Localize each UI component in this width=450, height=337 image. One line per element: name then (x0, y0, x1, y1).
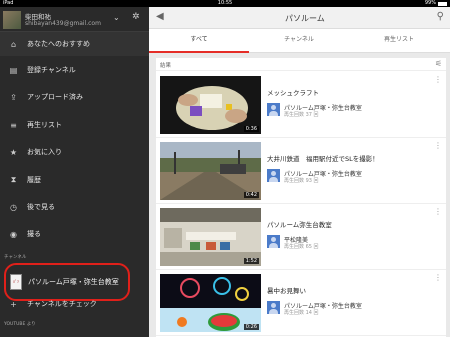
clock: 10:55 (217, 0, 233, 6)
video-thumbnail[interactable]: 0:26 (160, 274, 261, 332)
video-item[interactable]: 0:42 大井川鉄道 福用駅付近でSLを撮影！ パソルーム戸塚・弥生台教室 再生… (156, 138, 446, 204)
sidebar-item-label: あなたへのおすすめ (27, 40, 90, 48)
battery-indicator: 99% (425, 0, 447, 7)
video-thumbnail[interactable]: 0:36 (160, 76, 261, 134)
sidebar-item-label: 再生リスト (27, 121, 62, 129)
video-duration: 0:26 (243, 324, 259, 330)
sidebar-item-check-channels[interactable]: + チャンネルをチェック (0, 292, 149, 316)
status-bar: iPad 10:55 99% (0, 0, 450, 7)
gear-icon[interactable]: ✲ (132, 12, 140, 22)
tab-channels[interactable]: チャンネル (249, 29, 349, 53)
sidebar-item-label: 登録チャンネル (27, 66, 76, 74)
sidebar-item-uploads[interactable]: ⇪ アップロード済み (0, 85, 149, 109)
sidebar-item-playlists[interactable]: ≡ 再生リスト (0, 113, 149, 137)
sidebar-item-recommended[interactable]: ⌂ あなたへのおすすめ (0, 32, 149, 56)
video-title[interactable]: 暑中お見舞い (267, 285, 427, 295)
main-panel: ◀ パソルーム ⚲ すべて チャンネル 再生リスト 結果 ⚟ 0:36 メッシュ… (149, 7, 450, 337)
app-bar: ◀ パソルーム ⚲ (149, 7, 450, 29)
battery-icon (438, 1, 447, 6)
page-title: パソルーム (285, 14, 325, 23)
video-duration: 0:42 (243, 192, 259, 198)
section-label-channels: チャンネル (4, 255, 27, 260)
more-options-icon[interactable]: ⋮ (434, 273, 442, 282)
tab-playlists[interactable]: 再生リスト (349, 29, 449, 53)
back-arrow-icon[interactable]: ◀ (156, 11, 164, 22)
video-duration: 1:52 (243, 258, 259, 264)
channel-thumbnail: ﾊﾟｿ (10, 274, 22, 290)
sidebar-item-history[interactable]: ⧗ 履歴 (0, 168, 149, 192)
channel-avatar (267, 103, 280, 116)
results-card: 結果 ⚟ 0:36 メッシュクラフト パソルーム戸塚・弥生台教室 再生回数 37… (156, 58, 446, 337)
sidebar-item-subscriptions[interactable]: ▤ 登録チャンネル (0, 58, 149, 82)
video-title[interactable]: 大井川鉄道 福用駅付近でSLを撮影！ (267, 153, 427, 163)
more-options-icon[interactable]: ⋮ (434, 207, 442, 216)
more-options-icon[interactable]: ⋮ (434, 141, 442, 150)
sidebar-item-label: 履歴 (27, 176, 41, 184)
channel-avatar (267, 235, 280, 248)
sidebar: 柴田和祐 shibayan439@gmail.com ⌄ ✲ ⌂ あなたへのおす… (0, 7, 149, 337)
sidebar-item-label: チャンネルをチェック (27, 300, 97, 308)
tab-bar: すべて チャンネル 再生リスト (149, 29, 450, 53)
sidebar-item-favorites[interactable]: ★ お気に入り (0, 140, 149, 164)
video-item[interactable]: 1:52 パソルーム弥生台教室 平松隆美 再生回数 65 回 ⋮ (156, 204, 446, 270)
tab-all[interactable]: すべて (149, 29, 249, 53)
account-header[interactable]: 柴田和祐 shibayan439@gmail.com ⌄ ✲ (0, 7, 149, 32)
results-header: 結果 ⚟ (156, 58, 446, 71)
video-views: 再生回数 14 回 (284, 310, 319, 316)
account-email: shibayan439@gmail.com (25, 20, 101, 27)
history-icon: ⧗ (10, 175, 17, 184)
home-icon: ⌂ (10, 39, 17, 49)
sidebar-item-label: 撮る (27, 230, 41, 238)
sidebar-item-label: 後で見る (27, 203, 55, 211)
record-icon: ◉ (10, 229, 17, 239)
clock-icon: ◷ (10, 202, 17, 212)
avatar (3, 11, 21, 29)
video-item[interactable]: 0:36 メッシュクラフト パソルーム戸塚・弥生台教室 再生回数 37 回 ⋮ (156, 72, 446, 138)
battery-percent: 99% (424, 0, 436, 6)
section-label-from-youtube: YOUTUBE より (4, 322, 36, 327)
more-options-icon[interactable]: ⋮ (434, 75, 442, 84)
video-thumbnail[interactable]: 1:52 (160, 208, 261, 266)
results-label: 結果 (160, 63, 172, 69)
playlist-icon: ≡ (10, 120, 17, 130)
video-item[interactable]: 0:26 暑中お見舞い パソルーム戸塚・弥生台教室 再生回数 14 回 ⋮ (156, 270, 446, 336)
sidebar-item-watch-later[interactable]: ◷ 後で見る (0, 195, 149, 219)
sidebar-item-capture[interactable]: ◉ 撮る (0, 222, 149, 246)
video-views: 再生回数 65 回 (284, 244, 319, 250)
video-views: 再生回数 37 回 (284, 112, 319, 118)
star-icon: ★ (9, 147, 18, 157)
sidebar-item-label: パソルーム戸塚・弥生台教室 (28, 278, 119, 286)
upload-icon: ⇪ (10, 92, 17, 102)
plus-icon: + (10, 299, 17, 309)
channel-avatar (267, 169, 280, 182)
video-title[interactable]: パソルーム弥生台教室 (267, 219, 427, 229)
video-views: 再生回数 93 回 (284, 178, 319, 184)
subscriptions-icon: ▤ (9, 65, 18, 75)
chevron-down-icon[interactable]: ⌄ (113, 13, 120, 22)
video-title[interactable]: メッシュクラフト (267, 87, 427, 97)
sidebar-item-label: アップロード済み (27, 93, 83, 101)
video-thumbnail[interactable]: 0:42 (160, 142, 261, 200)
filter-icon[interactable]: ⚟ (435, 59, 442, 68)
sidebar-item-label: お気に入り (27, 148, 62, 156)
search-icon[interactable]: ⚲ (437, 11, 444, 22)
video-duration: 0:36 (243, 126, 259, 132)
channel-avatar (267, 301, 280, 314)
